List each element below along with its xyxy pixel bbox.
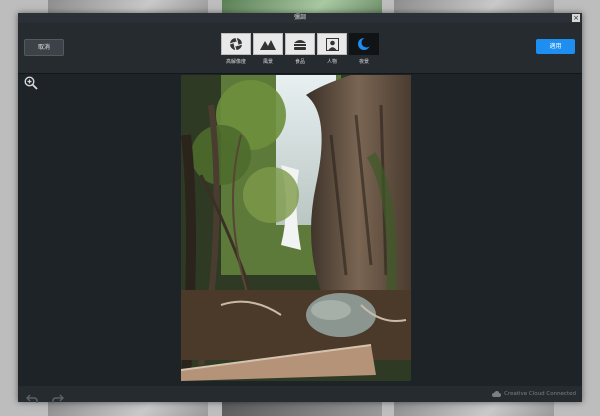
background-thumbnail bbox=[222, 0, 382, 14]
apply-button[interactable]: 適用 bbox=[536, 39, 575, 54]
mode-food[interactable]: 食品 bbox=[285, 33, 315, 65]
mode-label: 風景 bbox=[262, 59, 273, 65]
mode-label: 高解像度 bbox=[225, 59, 246, 65]
bottom-bar: Creative Cloud Connected bbox=[18, 386, 582, 403]
mode-label: 人物 bbox=[326, 59, 337, 65]
undo-icon[interactable] bbox=[26, 389, 38, 403]
mode-portrait[interactable]: 人物 bbox=[317, 33, 347, 65]
mode-label: 夜景 bbox=[358, 59, 369, 65]
burger-icon bbox=[285, 33, 315, 55]
background-thumbnail bbox=[48, 402, 208, 416]
zoom-in-icon[interactable] bbox=[24, 75, 38, 90]
aperture-icon bbox=[221, 33, 251, 55]
dialog-titlebar: 彌調 × bbox=[18, 13, 582, 23]
moon-icon bbox=[349, 33, 379, 55]
portrait-icon bbox=[317, 33, 347, 55]
redo-icon[interactable] bbox=[52, 389, 64, 403]
scene-mode-selector: 高解像度 風景 食品 人物 夜景 bbox=[221, 33, 379, 73]
photo-preview[interactable] bbox=[180, 75, 411, 381]
background-thumbnail bbox=[48, 0, 208, 14]
cancel-button[interactable]: 取消 bbox=[24, 39, 64, 56]
edit-dialog: 彌調 × 取消 高解像度 風景 食品 人物 夜景 適用 Creative Clo… bbox=[18, 13, 582, 403]
background-thumbnail bbox=[222, 402, 382, 416]
background-thumbnail bbox=[394, 0, 554, 14]
mode-landscape[interactable]: 風景 bbox=[253, 33, 283, 65]
background-thumbnail bbox=[394, 402, 554, 416]
dialog-title: 彌調 bbox=[293, 14, 306, 21]
toolbar: 取消 高解像度 風景 食品 人物 夜景 適用 bbox=[18, 23, 582, 74]
mountains-icon bbox=[253, 33, 283, 55]
cloud-status-label: Creative Cloud Connected bbox=[504, 391, 576, 397]
cloud-status: Creative Cloud Connected bbox=[492, 386, 576, 402]
mode-label: 食品 bbox=[294, 59, 305, 65]
mode-high-resolution[interactable]: 高解像度 bbox=[221, 33, 251, 65]
close-button[interactable]: × bbox=[572, 14, 580, 22]
creative-cloud-icon bbox=[492, 391, 502, 397]
mode-night[interactable]: 夜景 bbox=[349, 33, 379, 65]
